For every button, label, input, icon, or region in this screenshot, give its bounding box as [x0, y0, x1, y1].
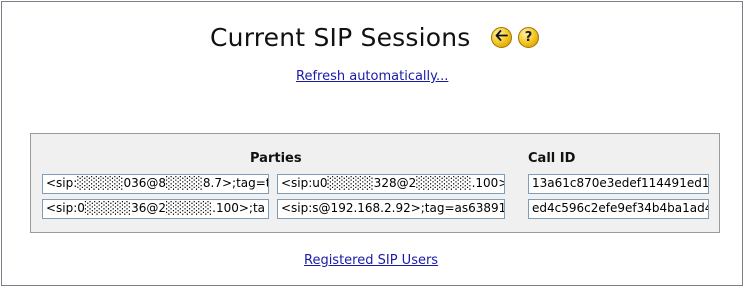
- back-button[interactable]: [491, 27, 512, 48]
- parties-header: Parties: [250, 151, 302, 166]
- help-icon: ?: [524, 30, 533, 45]
- registered-sip-users-link[interactable]: Registered SIP Users: [304, 253, 438, 268]
- arrow-left-icon: [495, 30, 508, 45]
- call-id-header: Call ID: [528, 151, 576, 166]
- session-1-call-id-field[interactable]: 13a61c870e3edef114491ed139: [528, 174, 709, 194]
- page-title: Current SIP Sessions: [210, 23, 471, 52]
- session-2-party-a-field[interactable]: <sip:0░░░░░36@2░░░░░.100>;ta: [42, 199, 269, 219]
- session-2-call-id-field[interactable]: ed4c596c2efe9ef34b4ba1ad43: [528, 199, 709, 219]
- session-1-party-a-field[interactable]: <sip:░░░░░036@8░░░░8.7>;tag=t: [42, 174, 269, 194]
- session-2-party-b-field[interactable]: <sip:s@192.168.2.92>;tag=as638913e: [277, 199, 505, 219]
- help-button[interactable]: ?: [518, 27, 539, 48]
- refresh-automatically-link[interactable]: Refresh automatically...: [296, 69, 448, 84]
- session-1-party-b-field[interactable]: <sip:u0░░░░░328@2░░░░░░.100>;ta: [277, 174, 505, 194]
- sessions-panel: Parties Call ID <sip:░░░░░036@8░░░░8.7>;…: [30, 133, 720, 233]
- page-frame: Current SIP Sessions ? Refresh automatic…: [1, 1, 743, 286]
